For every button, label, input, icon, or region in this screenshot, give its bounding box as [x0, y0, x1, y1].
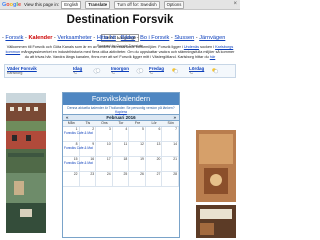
nav-item-bilder[interactable]: Bilder — [121, 35, 135, 41]
turn-off-button[interactable]: Turn off for: Swedish — [114, 0, 160, 9]
calendar-subtitle: Denna aktuella kalender är Thollander. S… — [63, 105, 179, 114]
calendar-day-cell[interactable]: 18 — [112, 157, 130, 172]
calendar-day-cell[interactable]: 25 — [112, 172, 130, 187]
calendar-day-number: 19 — [140, 157, 144, 161]
calendar-day-number: 5 — [141, 127, 144, 131]
calendar-day-number: 26 — [140, 172, 144, 176]
calendar-title: Forsvikskalendern — [63, 93, 179, 105]
calendar-day-cell[interactable]: 28 — [162, 172, 179, 187]
calendar-day-cell[interactable]: 21 — [162, 157, 179, 172]
weather-day-temp: °C — [149, 71, 154, 75]
calendar-day-number: 4 — [125, 127, 128, 131]
calendar-day-number: 18 — [123, 157, 128, 161]
weather-widget: Väder Forsvik Karlsborg Idag °C Imorgon … — [4, 64, 236, 78]
nav-item-jarnvagen[interactable]: Järnvägen — [199, 35, 225, 41]
side-photo-2 — [196, 205, 236, 238]
calendar-day-number: 28 — [173, 172, 177, 176]
calendar-day-cell[interactable]: 11 — [112, 142, 130, 157]
calendar-day-cell[interactable]: 26 — [129, 172, 146, 187]
sun-cloud-icon — [172, 68, 178, 74]
calendar-day-number: 9 — [92, 142, 95, 146]
calendar-day-number: 22 — [73, 172, 78, 176]
calendar-month-label: Februari 2016 — [106, 115, 136, 120]
page-title: Destination Forsvik — [66, 14, 174, 26]
calendar-day-cell[interactable]: 15 Forsviks Cafe & Mat — [63, 157, 93, 172]
calendar-day-number: 10 — [106, 142, 111, 146]
translate-button[interactable]: Translate — [85, 0, 111, 9]
nav-item-slussen[interactable]: Slussen — [174, 35, 194, 41]
calendar-day-cell[interactable]: 1 Forsviks Cafe & Mat — [63, 127, 93, 142]
calendar-day-cell[interactable]: 23 — [79, 172, 97, 187]
calendar-day-cell[interactable]: 24 — [96, 172, 113, 187]
translate-bar: Google View this page in: English Transl… — [0, 0, 240, 10]
welcome-line-3: finns mer att se! Forsvik ligger mitt i … — [91, 54, 209, 59]
calendar-day-cell[interactable]: 5 — [129, 127, 146, 142]
welcome-line-1: Välkommen till Forsvik och Göta Kanals s… — [6, 45, 183, 49]
nav-item-bo-i-forsvik[interactable]: Bo i Forsvik — [140, 35, 169, 41]
nav-item-forsvik[interactable]: Forsvik — [5, 35, 23, 41]
welcome-text: Välkommen till Forsvik och Göta Kanals s… — [4, 45, 236, 59]
main-nav: - Forsvik - Kalender - Verksamheter - Hi… — [2, 35, 226, 41]
calendar-day-cell[interactable]: 13 — [145, 142, 163, 157]
calendar-day-number: 7 — [175, 127, 177, 131]
calendar-day-cell[interactable]: 22 — [63, 172, 80, 187]
calendar-day-cell[interactable]: 16 — [79, 157, 97, 172]
calendar-day-cell[interactable]: 8 Forsviks Cafe & Mat — [63, 142, 93, 157]
weather-place-sub: Karlsborg — [7, 71, 23, 75]
calendar-day-number: 27 — [156, 172, 161, 176]
here-link[interactable]: här — [210, 55, 216, 59]
nav-item-kalender[interactable]: Kalender — [28, 35, 52, 41]
site-header: Destination Forsvik Select Language Powe… — [0, 11, 240, 48]
side-photo — [196, 130, 236, 202]
calendar-day-number: 12 — [140, 142, 144, 146]
calendar-day-number: 3 — [108, 127, 111, 131]
calendar-day-number: 23 — [90, 172, 95, 176]
calendar-day-cell[interactable]: 20 — [145, 157, 163, 172]
weather-day-temp: °C — [189, 71, 194, 75]
close-icon[interactable]: × — [233, 1, 237, 7]
calendar-month-bar: « Februari 2016 » — [63, 114, 179, 121]
welcome-line-1b: socken i — [200, 45, 215, 49]
cloud-icon — [93, 68, 101, 74]
sun-cloud-icon — [212, 68, 218, 74]
calendar-day-cell[interactable]: 6 — [145, 127, 163, 142]
calendar-day-cell[interactable]: 2 — [79, 127, 97, 142]
calendar-day-number: 14 — [173, 142, 177, 146]
calendar-day-number: 24 — [106, 172, 111, 176]
calendar-day-cell[interactable]: 14 — [162, 142, 179, 157]
weather-day-temp: °C — [111, 71, 116, 75]
forsvik-calendar: Forsvikskalendern Denna aktuella kalende… — [62, 92, 180, 238]
calendar-day-number: 2 — [92, 127, 95, 131]
nav-item-verksamheter[interactable]: Verksamheter — [57, 35, 92, 41]
nav-item-hitta-hit[interactable]: Hitta hit — [97, 35, 116, 41]
translate-view-label: View this page in: — [24, 2, 60, 7]
calendar-day-number: 16 — [90, 157, 95, 161]
forsvik-photo-collage — [6, 93, 46, 233]
calendar-day-number: 13 — [156, 142, 161, 146]
calendar-day-cell[interactable]: 4 — [112, 127, 130, 142]
calendar-days: 1 Forsviks Cafe & Mat 2 3 4 5 6 7 8 Forsviks Cafe… — [63, 127, 179, 187]
translate-language-select[interactable]: English — [61, 0, 82, 9]
cloud-icon — [136, 68, 144, 74]
calendar-day-number: 25 — [123, 172, 128, 176]
calendar-day-number: 21 — [173, 157, 177, 161]
calendar-day-number: 6 — [158, 127, 161, 131]
calendar-day-number: 11 — [123, 142, 128, 146]
weather-day-temp: °C — [73, 71, 78, 75]
calendar-day-cell[interactable]: 12 — [129, 142, 146, 157]
calendar-day-cell[interactable]: 3 — [96, 127, 113, 142]
calendar-day-number: 20 — [156, 157, 161, 161]
prev-month-button[interactable]: « — [66, 115, 69, 120]
options-button[interactable]: Options — [163, 0, 185, 9]
calendar-day-cell[interactable]: 27 — [145, 172, 163, 187]
google-logo: Google — [2, 1, 21, 8]
calendar-day-cell[interactable]: 19 — [129, 157, 146, 172]
calendar-day-cell[interactable]: 9 — [79, 142, 97, 157]
calendar-day-cell[interactable]: 10 — [96, 142, 113, 157]
calendar-day-number: 17 — [106, 157, 111, 161]
undenas-link[interactable]: Undenäs — [184, 45, 199, 49]
calendar-day-cell[interactable]: 17 — [96, 157, 113, 172]
next-month-button[interactable]: » — [173, 115, 176, 120]
calendar-day-cell[interactable]: 7 — [162, 127, 179, 142]
